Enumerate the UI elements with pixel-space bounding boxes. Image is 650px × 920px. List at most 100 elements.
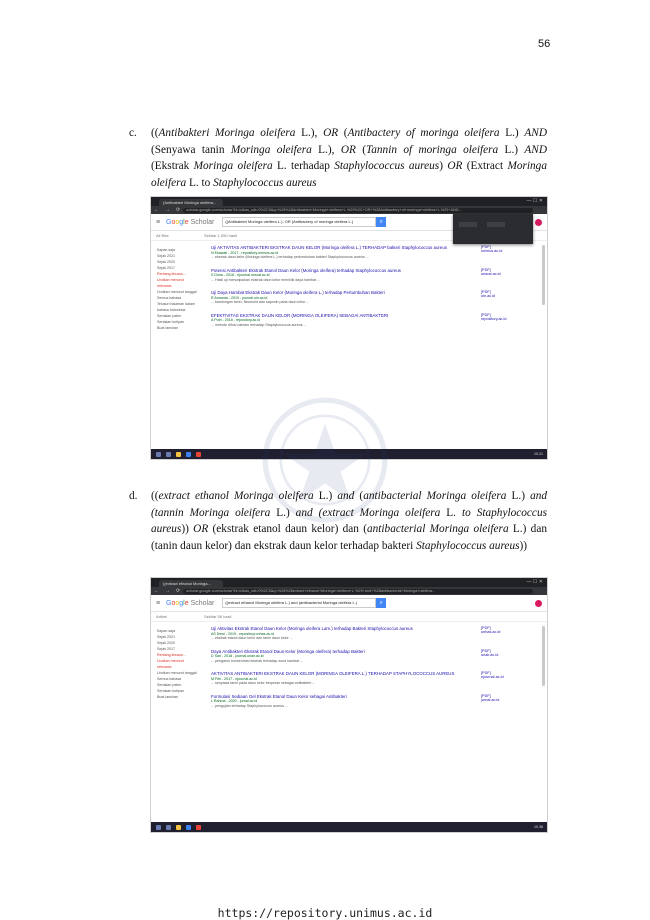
- item-c-label: c.: [129, 127, 137, 139]
- sidebar-filter-item[interactable]: Telusuri halaman dalam bahasa Indonesia: [157, 301, 197, 313]
- item_c-segment: L.),: [311, 143, 341, 156]
- browser-icon[interactable]: [186, 824, 191, 830]
- results-list: Uji AKTIVITAS ANTIBAKTERI EKSTRAK DAUN K…: [211, 245, 506, 335]
- pdf-link[interactable]: [PDF] unsrat.ac.id: [481, 268, 501, 276]
- result-snippet: ... Hasil uji menunjukkan ekstrak daun k…: [211, 277, 321, 282]
- pdf-link[interactable]: [PDF] uin.ac.id: [481, 290, 495, 298]
- result-title[interactable]: AKTIVITAS ANTIBAKTERI EKSTRAK DAUN KELOR…: [211, 671, 471, 677]
- reload-icon[interactable]: ⟳: [173, 588, 183, 594]
- search-result: EFEKTIVITAS EKSTRAK DAUN KELOR (MORINGA …: [211, 313, 506, 328]
- sidebar-filter-item[interactable]: Urutkan menurut relevansi: [157, 277, 197, 289]
- search-input[interactable]: ((extract ethanol Moringa oleifera L.) a…: [222, 598, 377, 608]
- item_d-segment: )): [519, 539, 528, 552]
- item_d-segment: ((: [151, 490, 159, 502]
- results-subheader: Artikel Sekitar 58 hasil: [151, 612, 547, 622]
- app-icon[interactable]: [196, 824, 201, 830]
- item_d-segment: L.: [440, 506, 462, 519]
- search-icon[interactable]: [166, 824, 171, 830]
- item_c-segment: L.),: [295, 127, 324, 139]
- popup-button[interactable]: [487, 222, 506, 227]
- item_c-segment: (Extract: [462, 160, 508, 172]
- profile-popup: [453, 214, 533, 244]
- app-icon[interactable]: [196, 451, 201, 457]
- pdf-link[interactable]: [PDF] unhas.ac.id: [481, 626, 500, 634]
- item_c-segment: (: [338, 127, 348, 139]
- reload-icon[interactable]: ⟳: [173, 207, 183, 213]
- result-snippet: ... ekstrak daun kelor (Moringa oleifera…: [211, 255, 369, 259]
- scrollbar[interactable]: [542, 626, 545, 686]
- item_c-segment: Moringa oleifera: [230, 143, 312, 156]
- item_d-segment: extract ethanol Moringa oleifera: [158, 490, 314, 502]
- avatar[interactable]: [535, 599, 542, 607]
- item_d-segment: L.): [270, 506, 296, 519]
- sidebar-filter-item[interactable]: Buat lansiran: [157, 325, 197, 331]
- browser-icon[interactable]: [186, 451, 191, 457]
- browser-tab[interactable]: ((extract ethanol Moringa...: [159, 580, 223, 587]
- result-snippet: ... pengaruh konsentrasi ekstrak terhada…: [211, 658, 304, 663]
- item_c-segment: Moringa oleifera: [193, 160, 273, 172]
- articles-filter[interactable]: Artikel: [151, 614, 204, 619]
- result-stats: Sekitar 58 hasil: [204, 614, 232, 619]
- articles-filter[interactable]: All files: [151, 233, 204, 238]
- folder-icon[interactable]: [176, 824, 181, 830]
- item_d-segment: and (extract Moringa oleifera: [295, 506, 441, 519]
- scrollbar[interactable]: [542, 245, 545, 305]
- start-icon[interactable]: [156, 451, 161, 457]
- item_d-segment: L.): [313, 490, 338, 502]
- window-controls[interactable]: — ☐ ✕: [527, 197, 547, 206]
- browser-tab-strip: (Antibakteri Moringa oleifera... — ☐ ✕: [151, 197, 547, 206]
- address-bar[interactable]: scholar.google.com/scholar?hl=id&as_sdt=…: [183, 588, 533, 594]
- search-result: AKTIVITAS ANTIBAKTERI EKSTRAK DAUN KELOR…: [211, 671, 504, 686]
- browser-tab[interactable]: (Antibakteri Moringa oleifera...: [159, 199, 223, 206]
- screenshot-2: ((extract ethanol Moringa... — ☐ ✕ ← → ⟳…: [151, 578, 547, 832]
- pdf-link[interactable]: [PDF] jurnal.ac.id: [481, 694, 499, 702]
- search-icon[interactable]: [166, 451, 171, 457]
- item_c-segment: L. to: [186, 176, 214, 189]
- result-snippet: ... senyawa tanin pada daun kelor berper…: [211, 681, 316, 685]
- item_c-segment: Staphylococcus aureus: [334, 160, 440, 172]
- page-number: 56: [538, 38, 551, 50]
- pdf-link[interactable]: [PDF] repository.ac.id: [481, 313, 506, 321]
- scholar-logo[interactable]: Google Scholar: [166, 600, 214, 607]
- item-d-label: d.: [129, 490, 138, 502]
- taskbar-clock: 10.21: [534, 452, 543, 456]
- search-input[interactable]: ((Antibakteri Moringa oleifera L.), OR (…: [222, 217, 377, 227]
- result-snippet: ... pengujian terhadap Staphylococcus au…: [211, 703, 288, 708]
- item_c-segment: Antibakteri Moringa oleifera: [158, 127, 296, 139]
- windows-taskbar: 10.38: [151, 822, 547, 832]
- taskbar-clock: 10.38: [534, 825, 543, 829]
- address-bar[interactable]: scholar.google.com/scholar?hl=id&as_sdt=…: [183, 207, 533, 213]
- item_c-segment: (Ekstrak: [151, 160, 194, 172]
- forward-icon[interactable]: →: [162, 588, 173, 594]
- pdf-link[interactable]: [PDF] unimus.ac.id: [481, 245, 502, 253]
- item_c-segment: L.): [498, 143, 525, 156]
- search-result: Uji Aktivitas Ekstrak Etanol Daun Kelor …: [211, 626, 500, 641]
- address-bar-row: ← → ⟳ scholar.google.com/scholar?hl=id&a…: [151, 206, 547, 214]
- folder-icon[interactable]: [176, 451, 181, 457]
- sidebar-filters: Kapan saja Sejak 2021 Sejak 2020 Sejak 2017…: [157, 628, 197, 700]
- result-title[interactable]: Uji AKTIVITAS ANTIBAKTERI EKSTRAK DAUN K…: [211, 245, 471, 251]
- pdf-link[interactable]: [PDF] unair.ac.id: [481, 649, 498, 657]
- start-icon[interactable]: [156, 824, 161, 830]
- menu-icon[interactable]: ≡: [156, 219, 162, 226]
- avatar[interactable]: [535, 218, 542, 226]
- results-list: Uji Aktivitas Ekstrak Etanol Daun Kelor …: [211, 626, 504, 716]
- item_c-segment: (Senyawa tanin: [151, 143, 231, 156]
- popup-button[interactable]: [459, 222, 477, 227]
- item_c-segment: L.): [499, 127, 525, 139]
- forward-icon[interactable]: →: [162, 207, 173, 213]
- item_c-segment: AND: [524, 127, 547, 139]
- pdf-link[interactable]: [PDF] ejournal.ac.id: [481, 671, 504, 679]
- back-icon[interactable]: ←: [151, 588, 162, 594]
- scholar-logo[interactable]: Google Scholar: [166, 219, 214, 226]
- sidebar-filter-item[interactable]: Urutkan menurut relevansi: [157, 658, 197, 670]
- search-icon[interactable]: ⌕: [376, 598, 387, 608]
- menu-icon[interactable]: ≡: [156, 600, 162, 607]
- search-icon[interactable]: ⌕: [376, 217, 387, 227]
- sidebar-filter-item[interactable]: Buat lansiran: [157, 694, 197, 700]
- window-controls[interactable]: — ☐ ✕: [527, 578, 547, 587]
- address-bar-row: ← → ⟳ scholar.google.com/scholar?hl=id&a…: [151, 587, 547, 595]
- item_d-segment: (: [354, 490, 364, 502]
- item_d-segment: antibacterial Moringa oleifera: [366, 523, 509, 535]
- back-icon[interactable]: ←: [151, 207, 162, 213]
